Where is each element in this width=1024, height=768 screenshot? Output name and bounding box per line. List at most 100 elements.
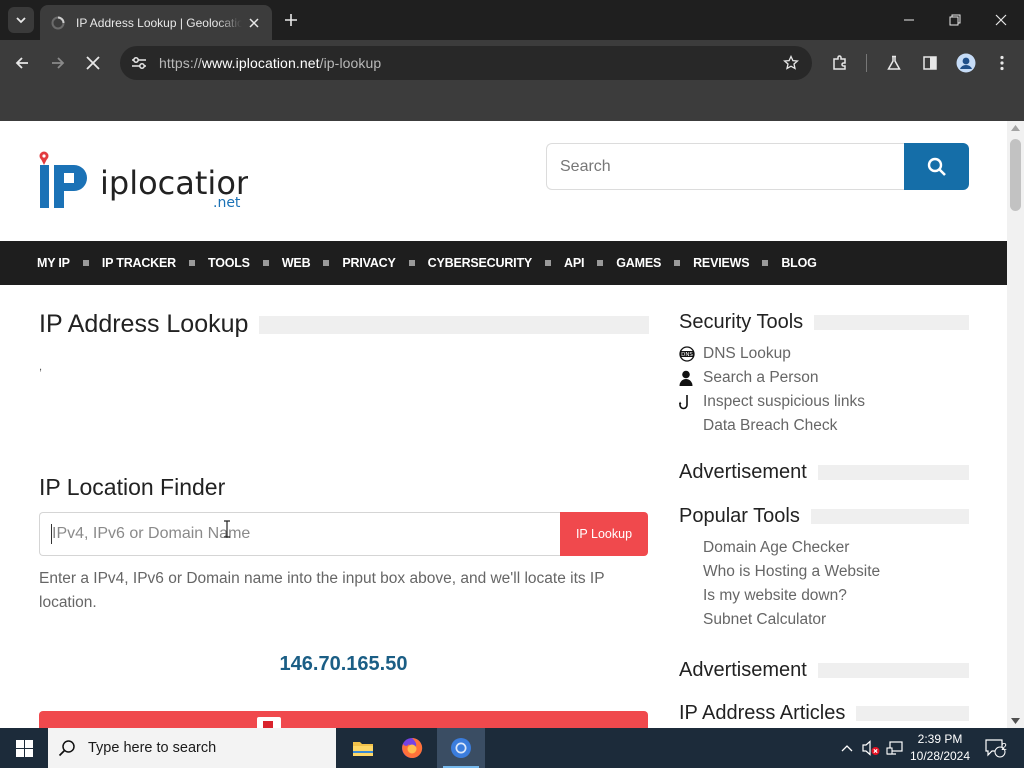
restore-button[interactable] — [932, 0, 978, 40]
address-bar[interactable]: https://www.iplocation.net/ip-lookup — [120, 46, 812, 80]
volume-muted-button[interactable] — [860, 728, 882, 768]
minimize-button[interactable] — [886, 0, 932, 40]
nav-reviews[interactable]: REVIEWS — [693, 256, 749, 270]
stop-loading-button[interactable] — [79, 49, 107, 77]
stop-x-icon — [86, 56, 100, 70]
browser-tab-strip: IP Address Lookup | Geolocation — [0, 0, 1024, 40]
bookmark-star-icon[interactable] — [776, 55, 806, 71]
sidebar-item-data-breach[interactable]: Data Breach Check — [679, 414, 969, 438]
url-text: https://www.iplocation.net/ip-lookup — [159, 55, 382, 71]
nav-separator — [545, 260, 552, 266]
security-tools-list: DNS DNS Lookup Search a Person Inspect s… — [679, 342, 969, 438]
ip-lookup-input[interactable] — [39, 512, 560, 556]
close-icon — [995, 14, 1007, 26]
taskbar-search-placeholder: Type here to search — [88, 740, 217, 756]
title-decoration-bar — [817, 663, 969, 678]
finder-title: IP Location Finder — [39, 474, 226, 500]
network-button[interactable] — [884, 728, 906, 768]
sidebar-item-website-down[interactable]: Is my website down? — [679, 584, 969, 608]
sidebar-item-label: Data Breach Check — [703, 417, 838, 434]
labs-button[interactable] — [880, 49, 908, 77]
nav-separator — [408, 260, 415, 266]
nav-cybersecurity[interactable]: CYBERSECURITY — [428, 256, 533, 270]
site-search-input[interactable] — [546, 143, 904, 190]
scroll-down-icon[interactable] — [1011, 718, 1020, 724]
side-panel-button[interactable] — [916, 49, 944, 77]
tab-search-button[interactable] — [8, 7, 34, 33]
taskbar-firefox[interactable] — [388, 728, 436, 768]
search-icon — [58, 740, 75, 757]
sidebar: Security Tools DNS DNS Lookup Search a P… — [679, 285, 969, 725]
nav-web[interactable]: WEB — [282, 256, 311, 270]
security-tools-header: Security Tools — [679, 311, 969, 334]
close-window-button[interactable] — [978, 0, 1024, 40]
scroll-up-icon[interactable] — [1011, 125, 1020, 131]
browser-toolbar: https://www.iplocation.net/ip-lookup — [0, 40, 1024, 86]
site-logo[interactable]: iplocation .net — [38, 151, 256, 213]
sidebar-item-subnet-calculator[interactable]: Subnet Calculator — [679, 608, 969, 632]
nav-games[interactable]: GAMES — [616, 256, 661, 270]
avatar-icon — [956, 53, 976, 73]
extensions-button[interactable] — [826, 49, 854, 77]
show-hidden-icons[interactable] — [838, 728, 856, 768]
nav-ip-tracker[interactable]: IP TRACKER — [102, 256, 176, 270]
sidebar-item-search-person[interactable]: Search a Person — [679, 366, 969, 390]
site-search — [546, 143, 969, 190]
nav-separator — [597, 260, 604, 266]
sidebar-item-dns-lookup[interactable]: DNS DNS Lookup — [679, 342, 969, 366]
back-button[interactable] — [8, 49, 36, 77]
nav-privacy[interactable]: PRIVACY — [342, 256, 395, 270]
title-decoration-bar — [810, 509, 969, 524]
site-info-icon[interactable] — [122, 56, 156, 70]
taskbar-search-box[interactable]: Type here to search — [48, 728, 336, 768]
security-tools-title: Security Tools — [679, 311, 804, 333]
tab-close-icon[interactable] — [246, 15, 262, 31]
nav-separator — [674, 260, 681, 266]
notification-center-button[interactable]: 2 — [978, 728, 1012, 768]
advertisement-header-2: Advertisement — [679, 659, 969, 682]
advertisement-title: Advertisement — [679, 659, 807, 681]
windows-taskbar: Type here to search 2:39 PM 10/28/2024 2 — [0, 728, 1024, 768]
sidebar-item-domain-age[interactable]: Domain Age Checker — [679, 536, 969, 560]
profile-button[interactable] — [952, 49, 980, 77]
taskbar-clock[interactable]: 2:39 PM 10/28/2024 — [905, 731, 975, 765]
site-search-button[interactable] — [904, 143, 969, 190]
nav-separator — [262, 260, 269, 266]
text-cursor-icon — [224, 520, 230, 538]
loading-spinner-icon — [50, 15, 66, 31]
taskbar-chrome[interactable] — [437, 728, 485, 768]
hook-icon — [679, 394, 703, 410]
scroll-thumb[interactable] — [1010, 139, 1021, 211]
page-scrollbar[interactable] — [1007, 121, 1024, 728]
sidebar-item-inspect-links[interactable]: Inspect suspicious links — [679, 390, 969, 414]
sidebar-item-label: Who is Hosting a Website — [703, 563, 881, 580]
forward-button[interactable] — [44, 49, 72, 77]
menu-button[interactable] — [988, 49, 1016, 77]
web-page: iplocation .net MY IP IP TRACKER TOOLS W… — [0, 121, 1007, 728]
browser-tab[interactable]: IP Address Lookup | Geolocation — [40, 5, 272, 40]
nav-separator — [82, 260, 89, 266]
sidebar-item-label: Search a Person — [703, 369, 819, 386]
logo-suffix: .net — [213, 195, 241, 211]
side-panel-icon — [923, 56, 937, 70]
new-tab-button[interactable] — [280, 9, 302, 31]
nav-blog[interactable]: BLOG — [781, 256, 817, 270]
nav-api[interactable]: API — [564, 256, 584, 270]
title-decoration-bar — [814, 315, 969, 330]
chevron-up-icon — [841, 745, 853, 752]
start-button[interactable] — [0, 728, 48, 768]
minimize-icon — [904, 19, 914, 21]
plus-icon — [285, 14, 297, 26]
title-decoration-bar — [817, 465, 969, 480]
chevron-down-icon — [16, 17, 26, 24]
taskbar-file-explorer[interactable] — [339, 728, 387, 768]
chrome-icon — [451, 738, 471, 758]
page-title: IP Address Lookup — [39, 310, 249, 338]
sidebar-item-who-hosting[interactable]: Who is Hosting a Website — [679, 560, 969, 584]
title-decoration-bar — [856, 706, 969, 721]
ip-lookup-button[interactable]: IP Lookup — [560, 512, 648, 556]
sidebar-item-label: Domain Age Checker — [703, 539, 850, 556]
nav-my-ip[interactable]: MY IP — [37, 256, 70, 270]
nav-tools[interactable]: TOOLS — [208, 256, 250, 270]
windows-logo-icon — [15, 739, 33, 757]
